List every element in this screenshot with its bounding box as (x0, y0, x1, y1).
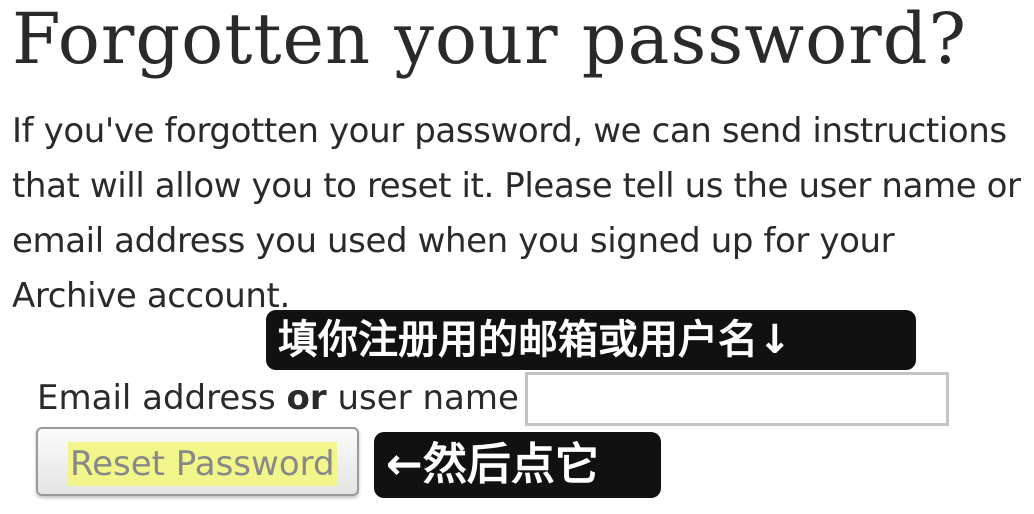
reset-password-button[interactable]: Reset Password (36, 427, 359, 496)
page-title: Forgotten your password? (12, 0, 968, 80)
button-hint-annotation: ←然后点它 (374, 432, 661, 498)
label-text-email: Email address (37, 378, 287, 418)
intro-paragraph: If you've forgotten your password, we ca… (12, 111, 1021, 316)
email-or-username-input[interactable] (525, 372, 949, 426)
label-text-or: or (286, 378, 327, 418)
email-or-username-label: Email address or user name (37, 374, 519, 422)
label-text-username: user name (326, 378, 519, 418)
input-hint-annotation: 填你注册用的邮箱或用户名↓ (266, 310, 916, 370)
reset-password-button-label: Reset Password (68, 442, 337, 486)
